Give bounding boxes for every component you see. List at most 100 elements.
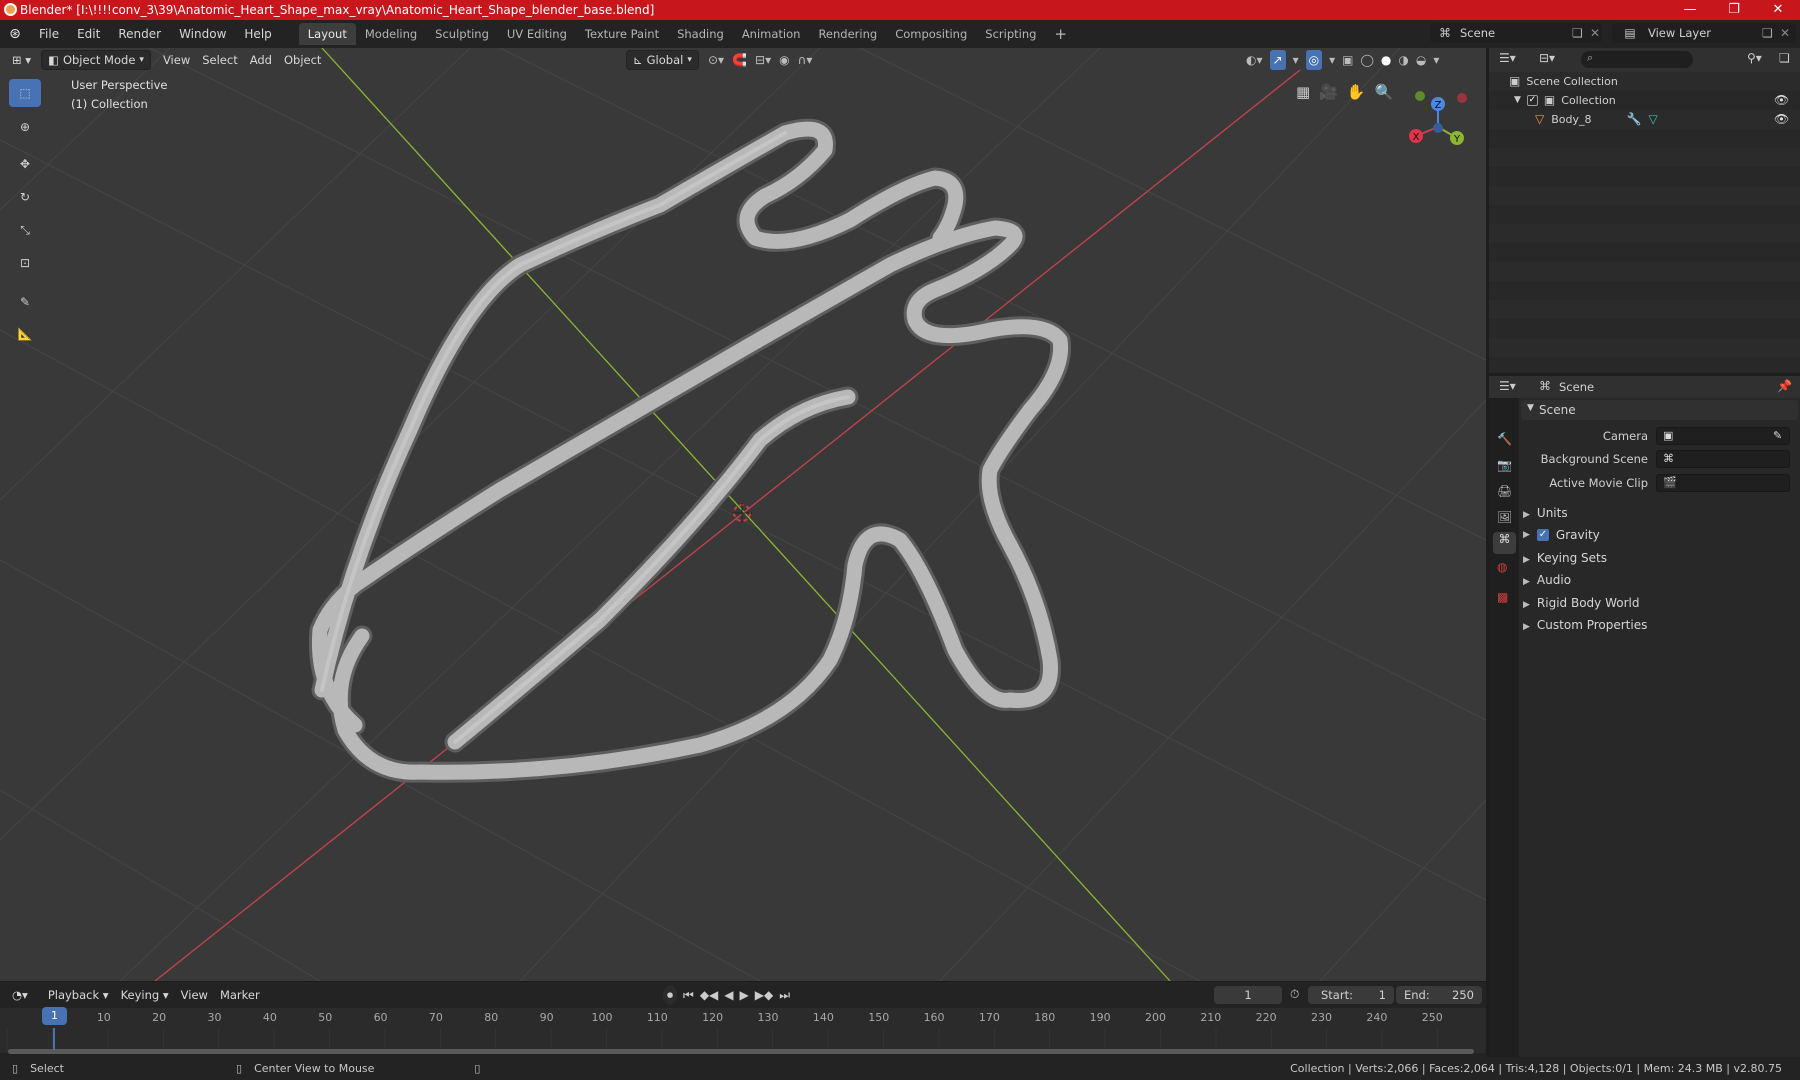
camera-view-icon[interactable]: 🎥: [1319, 83, 1338, 101]
background-scene-field[interactable]: ⌘: [1656, 450, 1790, 468]
active-movie-clip-field[interactable]: 🎬: [1656, 474, 1790, 492]
tab-shading[interactable]: Shading: [668, 23, 733, 45]
tab-uv-editing[interactable]: UV Editing: [498, 23, 576, 45]
current-frame-field[interactable]: 1: [1214, 986, 1282, 1004]
xray-icon[interactable]: ▣: [1342, 50, 1353, 70]
add-workspace-button[interactable]: +: [1045, 23, 1076, 45]
overlay-toggle-icon[interactable]: ◎: [1305, 50, 1323, 70]
falloff-icon[interactable]: ∩▾: [798, 50, 813, 70]
custom-properties-panel-header[interactable]: ▶ Custom Properties: [1523, 618, 1647, 632]
tab-sculpting[interactable]: Sculpting: [426, 23, 498, 45]
tab-layout[interactable]: Layout: [298, 23, 356, 45]
outliner-row-body-8[interactable]: ▽ Body_8 🔧 ▽: [1535, 112, 1658, 126]
visibility-icon[interactable]: ◐▾: [1246, 50, 1263, 70]
menu-object[interactable]: Object: [278, 50, 327, 70]
stopwatch-icon[interactable]: ⏱: [1290, 987, 1299, 1002]
timeline-scrollbar[interactable]: [8, 1049, 1474, 1054]
new-collection-icon[interactable]: ❏: [1779, 51, 1790, 65]
mesh-data-icon[interactable]: ▽: [1648, 112, 1657, 126]
tab-animation[interactable]: Animation: [733, 23, 810, 45]
tool-tab-icon[interactable]: 🔨: [1497, 432, 1512, 446]
new-scene-icon[interactable]: ❏: [1572, 26, 1583, 40]
transform-tool[interactable]: ⊡: [9, 249, 41, 277]
gravity-panel-header[interactable]: ▶ ✓ Gravity: [1523, 528, 1600, 542]
maximize-button[interactable]: ❐: [1712, 0, 1756, 20]
pivot-icon[interactable]: ⊙▾: [708, 50, 724, 70]
tab-modeling[interactable]: Modeling: [356, 23, 426, 45]
transform-orientation-dropdown[interactable]: ⊾ Global ▾: [626, 50, 699, 70]
snap-target-icon[interactable]: ⊟▾: [755, 50, 771, 70]
object-visibility-eye-icon[interactable]: 👁: [1774, 112, 1789, 126]
record-icon[interactable]: ⏺: [663, 985, 678, 1005]
solid-shading-icon[interactable]: ●: [1381, 50, 1391, 70]
scene-selector[interactable]: ⌘ Scene ❏ ✕: [1430, 23, 1602, 43]
chevron-down-icon[interactable]: ▾: [1293, 50, 1299, 70]
world-tab-icon[interactable]: ◍: [1497, 560, 1507, 574]
cursor-tool[interactable]: ⊕: [9, 113, 41, 141]
properties-editor-type-icon[interactable]: ☰▾: [1499, 379, 1516, 393]
jump-end-icon[interactable]: ⏭: [779, 985, 790, 1005]
tab-texture-paint[interactable]: Texture Paint: [576, 23, 668, 45]
tab-compositing[interactable]: Compositing: [886, 23, 976, 45]
object-mode-dropdown[interactable]: ◧ Object Mode ▾: [41, 50, 151, 70]
tab-rendering[interactable]: Rendering: [809, 23, 886, 45]
pin-icon[interactable]: 📌: [1777, 379, 1792, 393]
select-box-tool[interactable]: ⬚: [9, 79, 41, 107]
perspective-toggle-icon[interactable]: ▦: [1296, 83, 1310, 101]
menu-file[interactable]: File: [30, 20, 68, 48]
navigation-gizmo[interactable]: Z Y X: [1400, 84, 1480, 154]
annotate-tool[interactable]: ✎: [9, 288, 41, 316]
scene-tab-icon[interactable]: ⌘: [1493, 532, 1516, 554]
output-tab-icon[interactable]: 🖨: [1497, 484, 1512, 498]
view-layer-tab-icon[interactable]: 🖼: [1497, 510, 1512, 524]
menu-marker[interactable]: Marker: [214, 985, 266, 1005]
tab-scripting[interactable]: Scripting: [976, 23, 1045, 45]
material-shading-icon[interactable]: ◑: [1398, 50, 1408, 70]
prev-keyframe-icon[interactable]: ◆◀: [700, 985, 718, 1005]
editor-type-icon[interactable]: ⊞ ▾: [6, 50, 37, 70]
play-icon[interactable]: ▶: [740, 985, 749, 1005]
eyedropper-icon[interactable]: ✎: [1773, 429, 1782, 442]
next-keyframe-icon[interactable]: ▶◆: [755, 985, 773, 1005]
chevron-down-icon[interactable]: ▾: [1433, 50, 1439, 70]
blender-menu-icon[interactable]: ⊛: [0, 26, 30, 42]
scene-panel-header[interactable]: ▼ Scene: [1521, 400, 1798, 420]
measure-tool[interactable]: 📐: [9, 320, 41, 348]
timeline-editor-type-icon[interactable]: ◔▾: [6, 985, 34, 1005]
menu-render[interactable]: Render: [109, 20, 170, 48]
menu-view[interactable]: View: [157, 50, 196, 70]
render-tab-icon[interactable]: 📷: [1497, 458, 1512, 472]
rotate-tool[interactable]: ↻: [9, 183, 41, 211]
menu-keying[interactable]: Keying ▾: [115, 985, 175, 1005]
view-layer-selector[interactable]: ▤ View Layer ❏ ✕: [1612, 23, 1796, 43]
gravity-checkbox[interactable]: ✓: [1536, 529, 1549, 541]
units-panel-header[interactable]: ▶ Units: [1523, 506, 1568, 520]
zoom-icon[interactable]: 🔍: [1375, 83, 1394, 101]
keying-sets-panel-header[interactable]: ▶ Keying Sets: [1523, 551, 1607, 565]
menu-window[interactable]: Window: [170, 20, 235, 48]
menu-help[interactable]: Help: [235, 20, 280, 48]
move-tool[interactable]: ✥: [9, 150, 41, 178]
rigid-body-world-panel-header[interactable]: ▶ Rigid Body World: [1523, 596, 1639, 610]
menu-edit[interactable]: Edit: [68, 20, 109, 48]
menu-playback[interactable]: Playback ▾: [42, 985, 115, 1005]
outliner-search-field[interactable]: ⌕: [1581, 51, 1693, 68]
close-button[interactable]: ✕: [1756, 0, 1800, 20]
end-frame-field[interactable]: End: 250: [1396, 986, 1482, 1004]
expand-arrow-icon[interactable]: ▼: [1514, 95, 1521, 105]
display-mode-icon[interactable]: ⊟▾: [1539, 51, 1555, 65]
outliner-editor-type-icon[interactable]: ☰▾: [1499, 51, 1516, 65]
menu-add[interactable]: Add: [244, 50, 278, 70]
menu-timeline-view[interactable]: View: [175, 985, 214, 1005]
delete-view-layer-icon[interactable]: ✕: [1780, 26, 1790, 40]
minimize-button[interactable]: —: [1668, 0, 1712, 20]
playhead-line[interactable]: [53, 1028, 55, 1050]
gizmo-toggle-icon[interactable]: ↗: [1269, 50, 1286, 70]
collection-checkbox[interactable]: ✓: [1526, 94, 1538, 106]
playhead-frame-label[interactable]: 1: [42, 1007, 67, 1025]
outliner-row-scene-collection[interactable]: ▣ Scene Collection: [1509, 74, 1618, 88]
texture-tab-icon[interactable]: ▩: [1497, 590, 1508, 604]
delete-scene-icon[interactable]: ✕: [1590, 26, 1600, 40]
scale-tool[interactable]: ⤡: [9, 216, 41, 244]
start-frame-field[interactable]: Start: 1: [1308, 986, 1394, 1004]
